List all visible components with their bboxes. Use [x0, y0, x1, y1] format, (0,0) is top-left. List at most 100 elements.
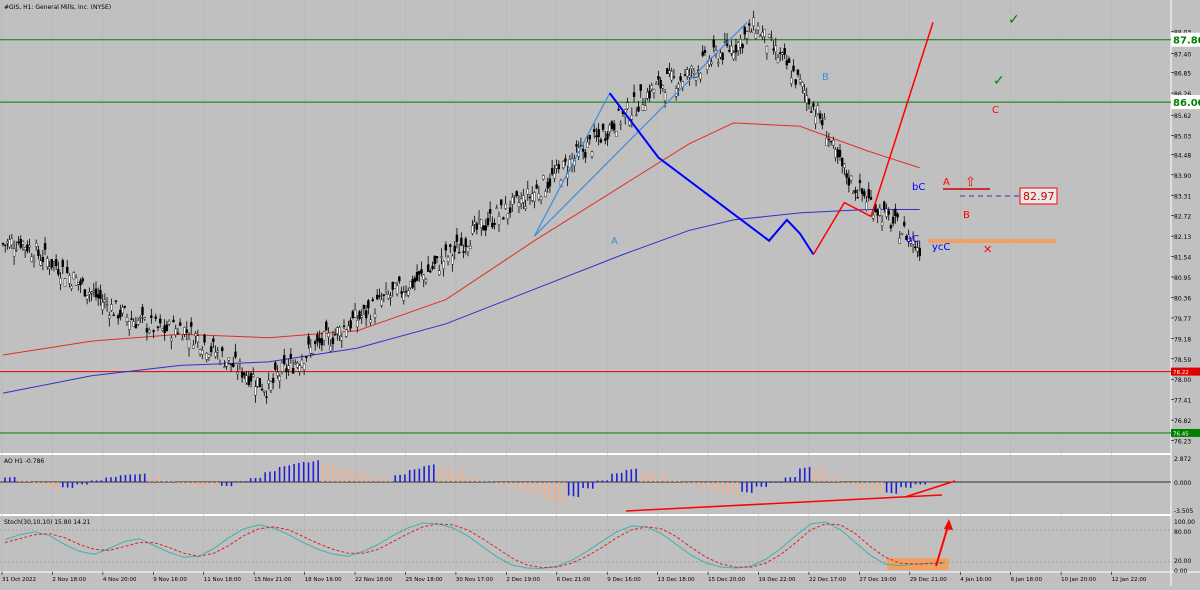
candle-body [562, 161, 565, 168]
level-tag-label: 78.22 [1173, 370, 1189, 376]
candle-body [475, 223, 479, 230]
candle-body [70, 285, 73, 289]
price-tick-label: 79.77 [1174, 316, 1191, 323]
time-tick-label: 27 Dec 19:00 [859, 577, 896, 583]
candle-body [880, 221, 884, 226]
candle-body [767, 34, 771, 38]
candle-body [320, 338, 324, 346]
candle-body [533, 192, 536, 202]
candle-body [900, 233, 904, 236]
time-tick-label: 2 Nov 18:00 [52, 577, 86, 583]
candle-body [692, 70, 696, 74]
candle-body [836, 149, 839, 158]
time-tick-label: 10 Jan 20:00 [1061, 577, 1096, 583]
candle-body [597, 129, 600, 138]
candle-body [750, 31, 753, 34]
candle-body [287, 365, 290, 370]
candle-body [283, 355, 286, 364]
candle-body [515, 191, 518, 196]
candle-body [291, 367, 295, 374]
candle-body [227, 357, 231, 361]
candle-body [48, 266, 51, 269]
candle-body [732, 52, 735, 60]
candle-body [271, 377, 275, 383]
price-tick-label: 78.00 [1174, 377, 1191, 384]
price-tick-label: 81.54 [1174, 255, 1191, 262]
candle-body [229, 363, 233, 366]
candle-body [506, 213, 510, 220]
candle-body [418, 271, 421, 275]
candle-body [829, 140, 833, 143]
candle-body [238, 361, 242, 364]
candle-body [174, 328, 177, 336]
candle-body [896, 213, 899, 218]
candle-body [165, 324, 169, 332]
candle-body [847, 177, 851, 186]
ao-tick-label: -3.505 [1174, 508, 1194, 515]
candle-body [743, 26, 746, 35]
price-tick-label: 76.23 [1174, 439, 1191, 446]
candle-body [615, 131, 618, 137]
candle-body [198, 349, 202, 355]
candle-body [216, 350, 219, 353]
candle-body [32, 260, 36, 263]
candle-body [391, 281, 394, 290]
candle-body [860, 188, 864, 194]
candle-body [821, 120, 824, 126]
stoch-tick-label: 100.00 [1174, 519, 1195, 526]
candle-body [694, 77, 698, 81]
time-tick-label: 11 Nov 18:00 [204, 577, 242, 583]
candle-body [736, 42, 740, 51]
price-tick-label: 86.85 [1174, 71, 1191, 78]
candle-body [325, 321, 328, 331]
candle-body [249, 373, 253, 382]
candle-body [119, 309, 122, 318]
candle-body [641, 104, 645, 111]
time-tick-label: 25 Nov 18:00 [405, 577, 443, 583]
candle-body [785, 60, 789, 66]
candle-body [843, 163, 846, 168]
candle-body [364, 310, 368, 319]
wave-label-b: B [822, 72, 829, 83]
candle-body [345, 329, 348, 337]
candle-body [550, 168, 554, 175]
candle-body [779, 52, 782, 54]
candle-body [12, 248, 16, 257]
candle-body [798, 79, 802, 83]
candle-body [488, 209, 492, 214]
proj-label-a: A [943, 177, 950, 188]
candle-body [524, 206, 527, 209]
candle-body [243, 372, 246, 376]
price-tick-label: 76.82 [1174, 418, 1191, 425]
candle-body [544, 191, 547, 197]
chart-svg[interactable]: #GIS, H1: General Mills, Inc. (NYSE) AO … [0, 0, 1200, 586]
candle-body [460, 237, 463, 246]
price-tick-label: 80.95 [1174, 275, 1191, 282]
candle-body [46, 258, 49, 268]
candle-body [787, 58, 791, 63]
candle-body [555, 165, 558, 169]
candle-body [92, 290, 95, 293]
candle-body [10, 238, 14, 245]
candle-body [245, 375, 248, 383]
time-tick-label: 9 Dec 16:00 [607, 577, 641, 583]
candle-body [207, 354, 211, 358]
candle-body [26, 244, 29, 252]
stoch-tick-label: 80.00 [1174, 529, 1191, 536]
candle-body [340, 336, 343, 341]
candle-body [176, 332, 180, 334]
candle-body [221, 347, 224, 352]
candle-body [590, 151, 594, 157]
candle-body [336, 327, 339, 334]
candle-body [883, 201, 886, 210]
ao-title: AO H1 -0.786 [4, 458, 44, 465]
candle-body [331, 337, 335, 345]
candle-body [256, 377, 259, 387]
candle-body [101, 302, 104, 311]
candle-body [657, 76, 660, 80]
candle-body [548, 178, 552, 187]
candle-body [240, 372, 244, 378]
candle-body [818, 113, 822, 119]
candle-body [316, 334, 319, 342]
candle-body [52, 261, 56, 264]
